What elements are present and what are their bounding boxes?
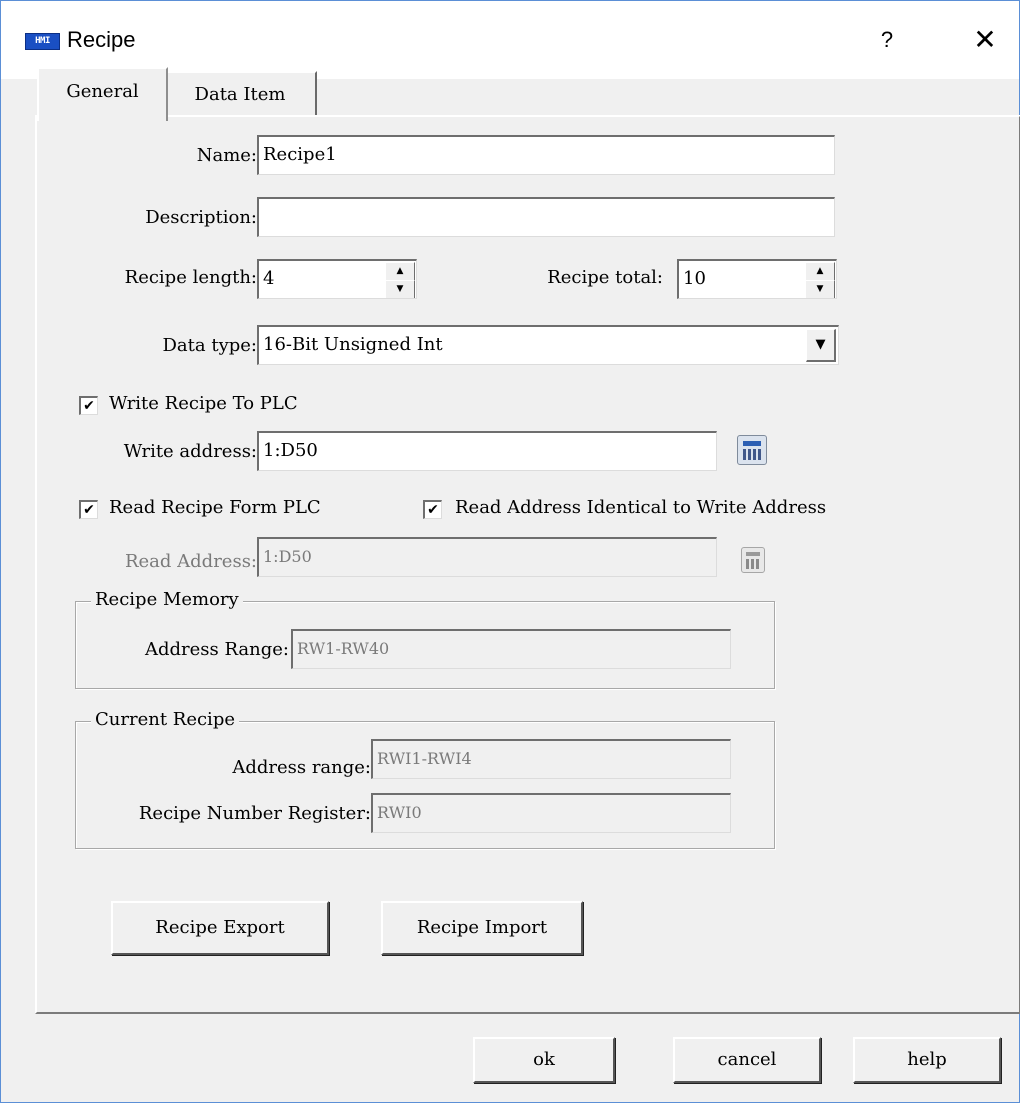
recipe-length-spinner[interactable]: 4 ▲ ▼ bbox=[257, 259, 417, 299]
spin-up-icon[interactable]: ▲ bbox=[805, 262, 835, 281]
write-address-label: Write address: bbox=[123, 441, 257, 462]
window-title: Recipe bbox=[67, 27, 136, 52]
calculator-screen bbox=[746, 552, 760, 556]
memory-address-range-input: RW1-RW40 bbox=[291, 629, 731, 669]
data-type-select[interactable]: 16-Bit Unsigned Int ▼ bbox=[257, 325, 839, 365]
general-tab-panel: Name: Recipe1 Description: Recipe length… bbox=[35, 115, 1020, 1014]
recipe-length-label: Recipe length: bbox=[124, 267, 257, 288]
recipe-total-value: 10 bbox=[683, 268, 706, 289]
write-to-plc-label: Write Recipe To PLC bbox=[109, 393, 298, 414]
recipe-number-register-input: RWI0 bbox=[371, 793, 731, 833]
tab-general[interactable]: General bbox=[37, 67, 168, 121]
current-recipe-title: Current Recipe bbox=[91, 709, 239, 730]
description-label: Description: bbox=[145, 207, 257, 228]
read-from-plc-label: Read Recipe Form PLC bbox=[109, 497, 321, 518]
calculator-keys bbox=[743, 449, 761, 460]
recipe-total-label: Recipe total: bbox=[547, 267, 663, 288]
spin-up-icon[interactable]: ▲ bbox=[385, 262, 415, 281]
spin-down-icon[interactable]: ▼ bbox=[805, 280, 835, 298]
help-button[interactable]: help bbox=[853, 1037, 1001, 1083]
hmi-app-icon: HMI bbox=[25, 33, 60, 50]
close-icon[interactable]: ✕ bbox=[965, 21, 1005, 59]
current-address-range-input: RWI1-RWI4 bbox=[371, 739, 731, 779]
current-address-range-label: Address range: bbox=[232, 757, 371, 778]
write-address-input[interactable]: 1:D50 bbox=[257, 431, 717, 471]
recipe-export-button[interactable]: Recipe Export bbox=[111, 901, 329, 955]
recipe-number-register-label: Recipe Number Register: bbox=[138, 803, 371, 824]
read-identical-label: Read Address Identical to Write Address bbox=[455, 497, 827, 518]
cancel-button[interactable]: cancel bbox=[673, 1037, 821, 1083]
help-icon[interactable]: ? bbox=[867, 23, 907, 57]
recipe-import-button[interactable]: Recipe Import bbox=[381, 901, 583, 955]
write-to-plc-checkbox[interactable]: ✔ bbox=[79, 396, 98, 415]
calculator-icon[interactable] bbox=[737, 435, 767, 465]
calculator-screen bbox=[743, 441, 761, 446]
name-label: Name: bbox=[196, 145, 257, 166]
read-address-input: 1:D50 bbox=[257, 537, 717, 577]
recipe-memory-title: Recipe Memory bbox=[91, 589, 243, 610]
memory-address-range-label: Address Range: bbox=[144, 639, 289, 660]
description-input[interactable] bbox=[257, 197, 835, 237]
recipe-length-value: 4 bbox=[263, 268, 275, 289]
read-identical-checkbox[interactable]: ✔ bbox=[423, 500, 442, 519]
calculator-keys bbox=[746, 559, 760, 569]
spin-down-icon[interactable]: ▼ bbox=[385, 280, 415, 298]
tab-data-item[interactable]: Data Item bbox=[165, 71, 317, 117]
chevron-down-icon[interactable]: ▼ bbox=[806, 329, 836, 362]
read-address-label: Read Address: bbox=[124, 551, 257, 572]
data-type-label: Data type: bbox=[162, 335, 258, 356]
recipe-length-spin-buttons: ▲ ▼ bbox=[385, 262, 415, 298]
recipe-total-spinner[interactable]: 10 ▲ ▼ bbox=[677, 259, 837, 299]
recipe-total-spin-buttons: ▲ ▼ bbox=[805, 262, 835, 298]
data-type-value: 16-Bit Unsigned Int bbox=[263, 334, 443, 355]
calculator-icon-disabled bbox=[741, 547, 765, 573]
recipe-dialog: HMI Recipe ? ✕ General Data Item Name: R… bbox=[0, 0, 1020, 1103]
ok-button[interactable]: ok bbox=[473, 1037, 615, 1083]
read-from-plc-checkbox[interactable]: ✔ bbox=[79, 500, 98, 519]
name-input[interactable]: Recipe1 bbox=[257, 135, 835, 175]
